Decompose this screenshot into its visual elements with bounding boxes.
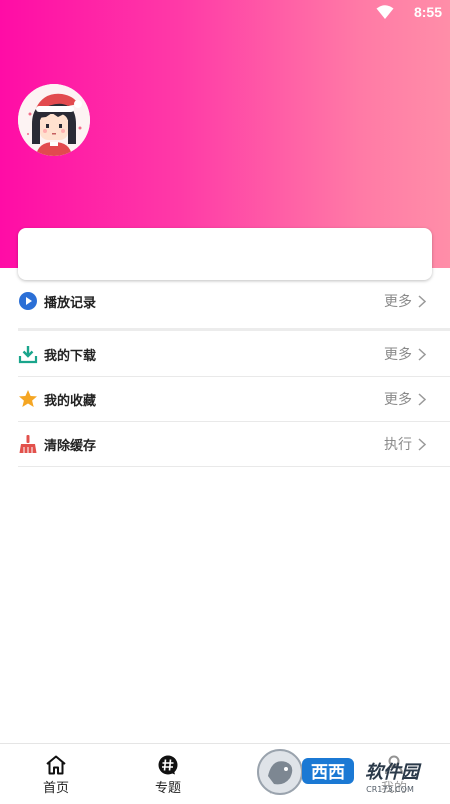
menu-action-more[interactable]: 更多: [384, 344, 412, 364]
home-icon: [46, 755, 66, 775]
chevron-right-icon: [418, 347, 426, 361]
chevron-right-icon: [418, 294, 426, 308]
section-divider: [18, 328, 450, 331]
status-bar: 8:55: [0, 0, 450, 24]
menu-action-execute[interactable]: 执行: [384, 434, 412, 454]
watermark-logo: 西西 软件园 CR173.COM: [250, 744, 450, 800]
menu-action-more[interactable]: 更多: [384, 389, 412, 409]
hashtag-icon: [158, 755, 178, 775]
menu-row-play-history[interactable]: 播放记录 更多: [18, 279, 432, 323]
menu-label: 我的下载: [44, 348, 97, 364]
profile-card: [18, 228, 432, 280]
nav-tab-home[interactable]: 首页: [0, 744, 112, 801]
download-icon: [18, 346, 38, 364]
broom-icon: [19, 435, 37, 453]
nav-label: 首页: [42, 781, 69, 796]
svg-text:CR173.COM: CR173.COM: [366, 785, 414, 794]
svg-text:软件园: 软件园: [365, 762, 422, 783]
star-icon: [19, 390, 37, 407]
menu-label: 清除缓存: [44, 438, 97, 454]
menu-row-clear-cache[interactable]: 清除缓存 执行: [18, 422, 432, 466]
wifi-icon: [376, 5, 394, 19]
menu-row-favorites[interactable]: 我的收藏 更多: [18, 377, 432, 421]
avatar[interactable]: [18, 84, 90, 156]
menu-label: 我的收藏: [44, 393, 97, 409]
play-circle-icon: [19, 292, 37, 310]
menu-row-downloads[interactable]: 我的下载 更多: [18, 332, 432, 376]
svg-text:西西: 西西: [311, 763, 345, 783]
menu-action-more[interactable]: 更多: [384, 291, 412, 311]
status-time: 8:55: [413, 4, 442, 20]
row-divider: [18, 466, 450, 467]
nav-tab-topics[interactable]: 专题: [112, 744, 224, 801]
chevron-right-icon: [418, 437, 426, 451]
nav-label: 专题: [154, 781, 181, 796]
avatar-girl-santa-hat: [18, 84, 90, 156]
chevron-right-icon: [418, 392, 426, 406]
menu-label: 播放记录: [44, 295, 97, 311]
